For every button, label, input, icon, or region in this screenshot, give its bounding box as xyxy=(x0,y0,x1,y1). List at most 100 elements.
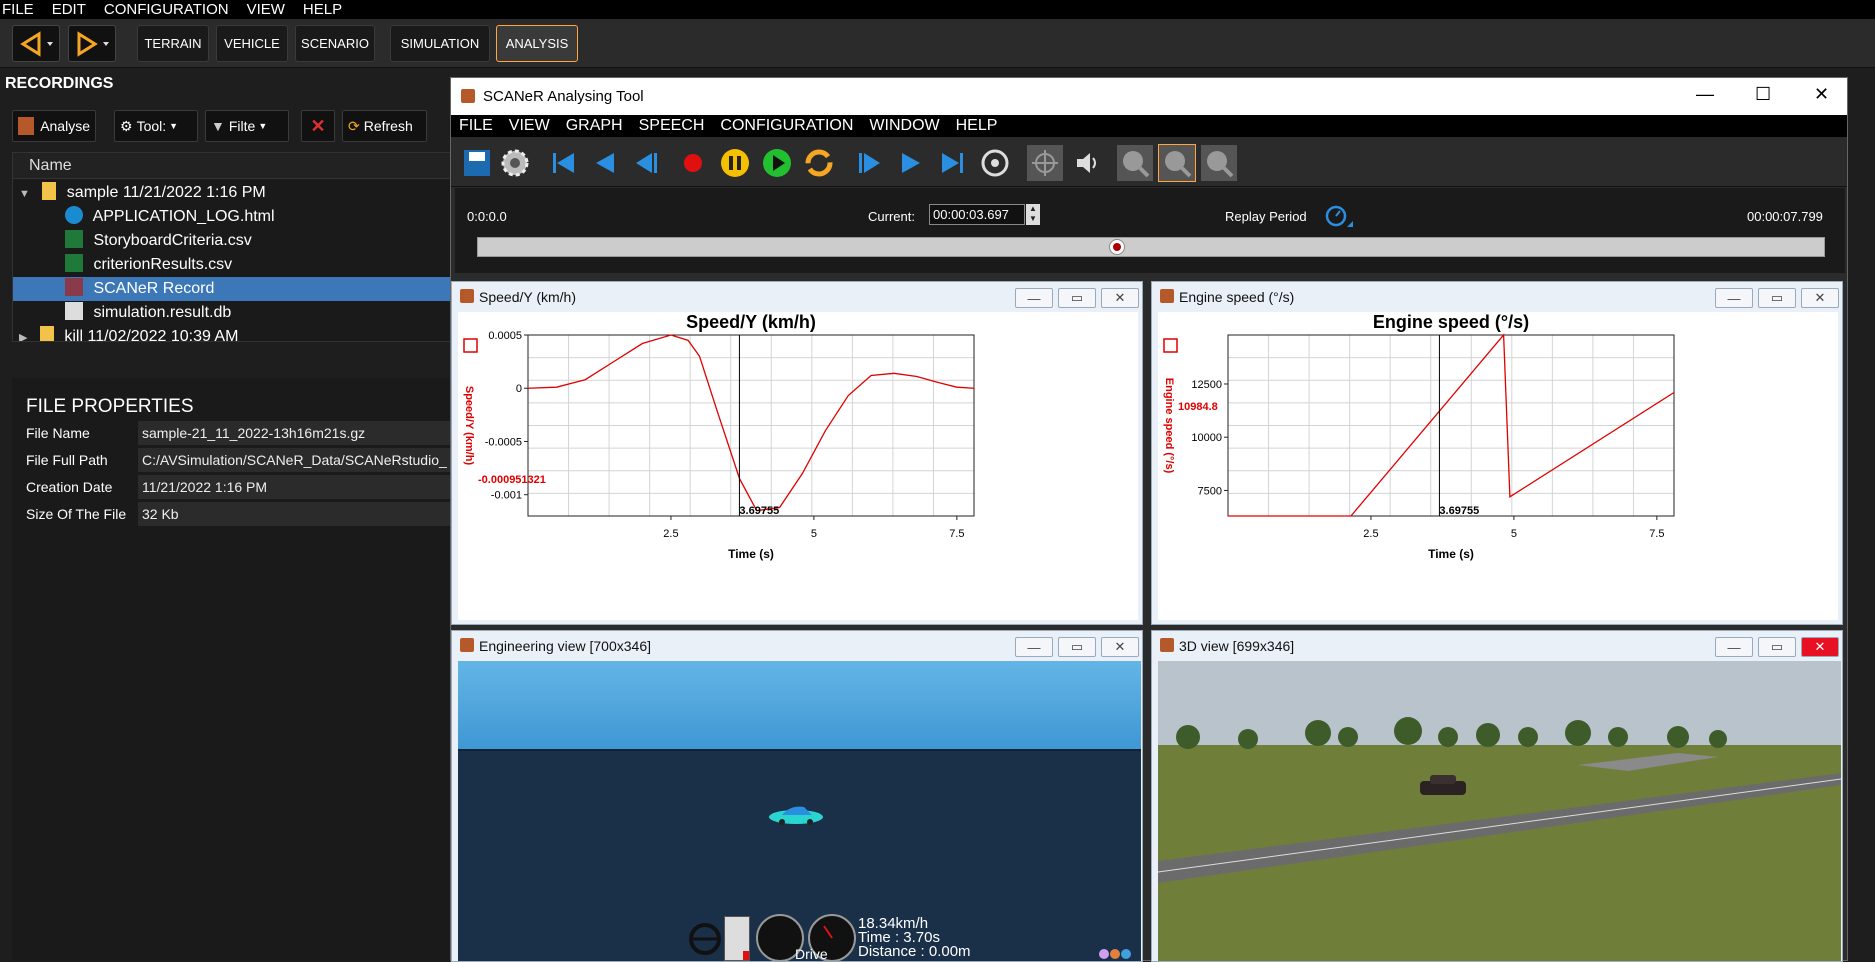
pause-button[interactable] xyxy=(717,145,753,181)
pane-close-button[interactable]: ✕ xyxy=(1801,288,1839,308)
mode-scenario[interactable]: SCENARIO xyxy=(295,25,375,62)
timeline-slider[interactable] xyxy=(477,237,1825,257)
frame-forward-button[interactable] xyxy=(851,145,887,181)
step-back-button[interactable] xyxy=(587,145,623,181)
mode-vehicle[interactable]: VEHICLE xyxy=(216,25,288,62)
prop-key-creation-date: Creation Date xyxy=(26,479,113,495)
mode-terrain[interactable]: TERRAIN xyxy=(137,25,209,62)
save-button[interactable] xyxy=(459,145,495,181)
record-button[interactable] xyxy=(675,145,711,181)
pane-minimize-button[interactable]: — xyxy=(1715,288,1753,308)
speed-pane-titlebar[interactable]: Speed/Y (km/h) — ▭ ✕ xyxy=(452,282,1142,310)
close-icon: ✕ xyxy=(310,115,326,136)
current-time-field[interactable]: 00:00:03.697 xyxy=(929,204,1025,225)
analyse-label: Analyse xyxy=(40,118,90,134)
cursor-time-label: 3.69755 xyxy=(1439,505,1479,517)
sound-button[interactable] xyxy=(1069,145,1105,181)
menu-file[interactable]: FILE xyxy=(2,1,34,18)
forward-button[interactable] xyxy=(68,25,116,62)
mode-simulation[interactable]: SIMULATION xyxy=(390,25,490,62)
tree-item-kill[interactable]: ▶ kill 11/02/2022 10:39 AM xyxy=(13,325,451,341)
time-spinner[interactable]: ▲ ▼ xyxy=(1026,204,1040,225)
engine-pane-title: Engine speed (°/s) xyxy=(1179,289,1295,305)
zoom-xy-button[interactable] xyxy=(1117,145,1153,181)
refresh-button[interactable]: ⟳ Refresh xyxy=(342,110,427,142)
loop-button[interactable] xyxy=(801,145,837,181)
recordings-tree[interactable]: Name ▼ sample 11/21/2022 1:16 PM APPLICA… xyxy=(12,152,452,342)
mode-analysis[interactable]: ANALYSIS xyxy=(496,25,578,62)
menu-help[interactable]: HELP xyxy=(303,1,342,18)
engineering-view-titlebar[interactable]: Engineering view [700x346] — ▭ ✕ xyxy=(452,631,1142,659)
go-end-button[interactable] xyxy=(935,145,971,181)
tree-item-application-log[interactable]: APPLICATION_LOG.html xyxy=(13,205,451,229)
engine-pane-titlebar[interactable]: Engine speed (°/s) — ▭ ✕ xyxy=(1152,282,1842,310)
view-icon xyxy=(460,638,474,652)
pane-close-button[interactable]: ✕ xyxy=(1101,288,1139,308)
engine-chart[interactable]: Engine speed (°/s) 2.5 5 7.5 12500 10000 7500 T… xyxy=(1158,312,1838,620)
menu-view[interactable]: VIEW xyxy=(247,1,285,18)
analyse-button[interactable]: Analyse xyxy=(12,110,96,142)
pane-minimize-button[interactable]: — xyxy=(1015,637,1053,657)
arrow-left-icon xyxy=(20,31,53,57)
3d-view-canvas[interactable] xyxy=(1158,661,1841,961)
pane-minimize-button[interactable]: — xyxy=(1715,637,1753,657)
timeline-start: 0:0:0.0 xyxy=(467,209,507,224)
tool-menu-speech[interactable]: SPEECH xyxy=(639,117,705,135)
speed-chart[interactable]: Speed/Y (km/h) 2.5 5 7.5 0.0005 0 -0.0005 -0.00… xyxy=(458,312,1138,620)
tree-item-criterion-results[interactable]: criterionResults.csv xyxy=(13,253,451,277)
tree-item-simulation-result[interactable]: simulation.result.db xyxy=(13,301,451,325)
pane-maximize-button[interactable]: ▭ xyxy=(1758,637,1796,657)
play-icon xyxy=(763,149,791,177)
skip-end-icon xyxy=(942,153,963,173)
back-button[interactable] xyxy=(12,25,60,62)
slider-handle[interactable] xyxy=(1108,239,1125,255)
minimize-button[interactable]: — xyxy=(1696,84,1714,105)
crosshair-button[interactable] xyxy=(1027,145,1063,181)
tool-menu-view[interactable]: VIEW xyxy=(509,117,550,135)
pane-close-button[interactable]: ✕ xyxy=(1801,637,1839,657)
prop-value-file-name: sample-21_11_2022-13h16m21s.gz xyxy=(138,421,458,445)
menu-edit[interactable]: EDIT xyxy=(52,1,86,18)
frame-back-button[interactable] xyxy=(629,145,665,181)
tool-menu-graph[interactable]: GRAPH xyxy=(566,117,623,135)
tools-button[interactable]: ⚙ Tool: ▼ xyxy=(114,110,198,142)
menu-configuration[interactable]: CONFIGURATION xyxy=(104,1,229,18)
pane-maximize-button[interactable]: ▭ xyxy=(1758,288,1796,308)
zoom-x-button[interactable] xyxy=(1158,144,1196,182)
engine-chart-area[interactable]: Engine speed (°/s) 2.5 5 7.5 12500 10000 7500 T… xyxy=(1158,312,1838,620)
maximize-button[interactable]: ☐ xyxy=(1755,84,1771,105)
expand-icon[interactable]: ▶ xyxy=(19,332,27,341)
tree-item-storyboard-criteria[interactable]: StoryboardCriteria.csv xyxy=(13,229,451,253)
go-start-button[interactable] xyxy=(545,145,581,181)
3d-view-titlebar[interactable]: 3D view [699x346] — ▭ ✕ xyxy=(1152,631,1842,659)
pane-maximize-button[interactable]: ▭ xyxy=(1058,288,1096,308)
zoom-y-icon xyxy=(1207,151,1234,178)
filter-button[interactable]: ▼ Filte ▼ xyxy=(205,110,289,142)
tree-item-sample[interactable]: ▼ sample 11/21/2022 1:16 PM xyxy=(13,181,451,205)
close-button[interactable]: ✕ xyxy=(1814,84,1829,105)
tool-toolbar xyxy=(451,137,1847,187)
step-forward-button[interactable] xyxy=(893,145,929,181)
stopwatch-button[interactable] xyxy=(1323,201,1355,229)
zoom-y-button[interactable] xyxy=(1201,145,1237,181)
pane-close-button[interactable]: ✕ xyxy=(1101,637,1139,657)
tool-menu-window[interactable]: WINDOW xyxy=(869,117,939,135)
tree-item-scaner-record[interactable]: SCANeR Record xyxy=(13,277,451,301)
engineering-view-canvas[interactable]: Drive 18.34km/h Time : 3.70s Distance : … xyxy=(458,661,1141,961)
pane-minimize-button[interactable]: — xyxy=(1015,288,1053,308)
tool-menu-help[interactable]: HELP xyxy=(956,117,998,135)
settings-button[interactable] xyxy=(497,145,533,181)
tool-menu-file[interactable]: FILE xyxy=(459,117,493,135)
tree-column-name[interactable]: Name xyxy=(13,153,451,179)
target-button[interactable] xyxy=(977,145,1013,181)
tool-menu-configuration[interactable]: CONFIGURATION xyxy=(720,117,853,135)
prop-value-size: 32 Kb xyxy=(138,502,458,526)
pane-maximize-button[interactable]: ▭ xyxy=(1058,637,1096,657)
delete-button[interactable]: ✕ xyxy=(301,110,335,142)
window-titlebar[interactable]: SCANeR Analysing Tool — ☐ ✕ xyxy=(451,78,1847,115)
speed-chart-area[interactable]: Speed/Y (km/h) 2.5 5 7.5 0.0005 0 -0.0005 -0.00… xyxy=(458,312,1138,620)
play-button[interactable] xyxy=(759,145,795,181)
pedal-gauge xyxy=(724,916,750,961)
expand-icon[interactable]: ▼ xyxy=(19,188,30,200)
x-tick-label: 2.5 xyxy=(663,528,678,540)
